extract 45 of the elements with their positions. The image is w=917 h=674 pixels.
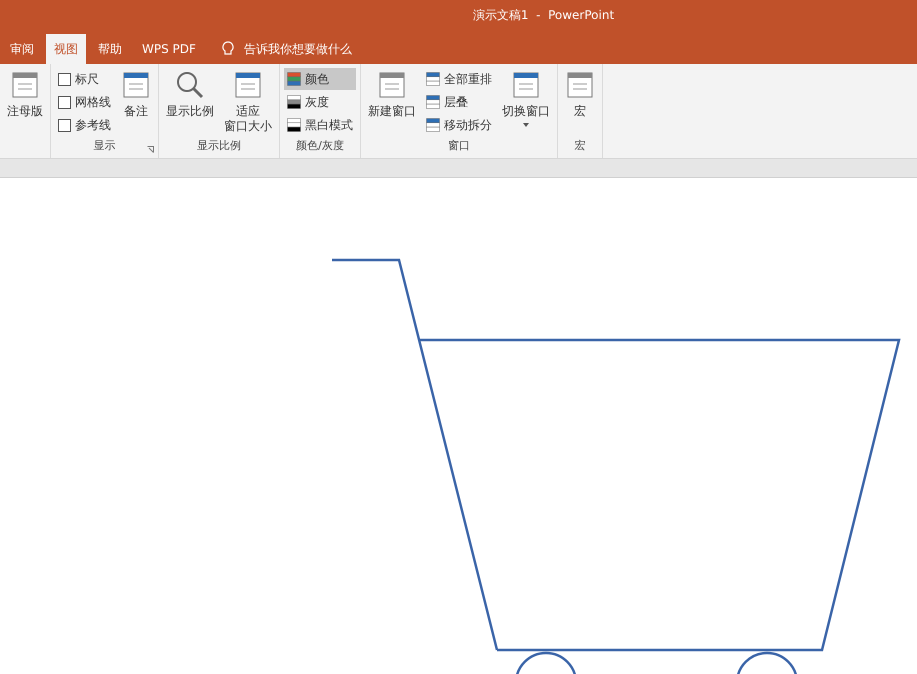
swatch-icon	[426, 95, 440, 109]
checkbox[interactable]: 网格线	[55, 91, 114, 113]
ribbon-button[interactable]: 宏	[562, 68, 598, 138]
ribbon-tab[interactable]: 视图	[46, 34, 86, 64]
tell-me-prompt[interactable]: 告诉我你想要做什么	[244, 40, 352, 58]
ribbon-small-button[interactable]: 全部重排	[423, 68, 495, 90]
swatch-icon	[287, 95, 301, 109]
ribbon-button[interactable]: 显示比例	[163, 68, 217, 138]
checkbox-box[interactable]	[58, 72, 71, 86]
ribbon-tab[interactable]: WPS PDF	[134, 34, 204, 64]
checkbox-box[interactable]	[58, 96, 71, 108]
ribbon-tab[interactable]: 审阅	[2, 34, 42, 64]
group-label: 显示比例	[197, 138, 241, 154]
group-label: 显示	[94, 138, 116, 154]
command-icon	[511, 70, 541, 100]
ribbon-small-button[interactable]: 移动拆分	[423, 114, 495, 136]
ribbon-button[interactable]: 注母版	[4, 68, 46, 138]
command-icon	[233, 70, 263, 100]
ribbon-small-button[interactable]: 层叠	[423, 91, 495, 113]
ribbon-button[interactable]: 新建窗口	[365, 68, 419, 138]
swatch-icon	[287, 118, 301, 132]
group-label: 颜色/灰度	[296, 138, 344, 154]
swatch-icon	[287, 72, 301, 86]
checkbox-box[interactable]	[58, 118, 71, 132]
ribbon-tab[interactable]: 帮助	[90, 34, 130, 64]
command-icon	[10, 70, 40, 100]
ribbon-small-button[interactable]: 颜色	[284, 68, 356, 90]
command-icon	[565, 70, 595, 100]
command-icon	[377, 70, 407, 100]
swatch-icon	[426, 118, 440, 132]
dialog-launcher-icon[interactable]	[147, 146, 154, 153]
command-icon	[121, 70, 151, 100]
swatch-icon	[426, 72, 440, 86]
checkbox[interactable]: 标尺	[55, 68, 114, 90]
checkbox[interactable]: 参考线	[55, 114, 114, 136]
group-label: 窗口	[448, 138, 470, 154]
group-label: 宏	[574, 138, 586, 154]
ribbon-button[interactable]: 切换窗口	[499, 68, 553, 138]
magnifier-icon	[175, 70, 205, 100]
ribbon-button[interactable]: 适应 窗口大小	[221, 68, 275, 138]
lightbulb-icon	[222, 41, 234, 57]
window-title: 演示文稿1 - PowerPoint	[472, 6, 614, 24]
ribbon-button[interactable]: 备注	[118, 68, 154, 138]
ribbon-small-button[interactable]: 灰度	[284, 91, 356, 113]
ribbon-small-button[interactable]: 黑白模式	[284, 114, 356, 136]
